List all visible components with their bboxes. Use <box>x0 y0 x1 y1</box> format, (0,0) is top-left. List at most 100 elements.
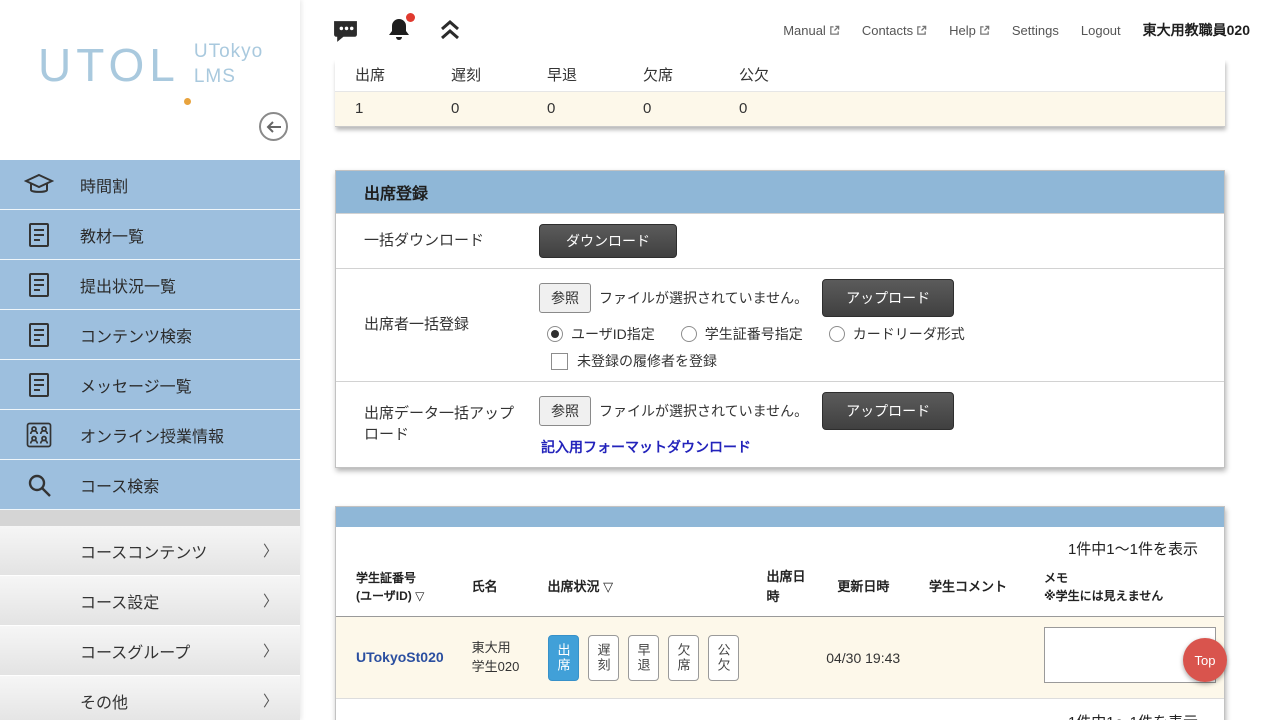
chat-icon[interactable] <box>332 19 359 42</box>
data-bulk-upload-label: 出席データ一括アップロード <box>336 390 539 459</box>
update-datetime-cell: 04/30 19:43 <box>817 617 909 699</box>
attendance-summary-table: 出席 遅刻 早退 欠席 公欠 1 0 0 0 0 <box>335 60 1225 127</box>
format-download-link[interactable]: 記入用フォーマットダウンロード <box>541 437 1210 457</box>
chevron-right-icon: 〉 <box>263 690 278 711</box>
student-comment-cell <box>909 617 1024 699</box>
contacts-link[interactable]: Contacts <box>862 23 927 38</box>
sidebar-item-others[interactable]: その他 〉 <box>0 676 300 720</box>
summary-value-absent: 0 <box>623 92 719 127</box>
student-row: UTokyoSt020 東大用学生020 出席 遅刻 早退 欠席 公欠 <box>336 617 1224 699</box>
sidebar-item-label: コンテンツ検索 <box>80 323 192 347</box>
sidebar-item-message-list[interactable]: メッセージ一覧 <box>0 360 300 410</box>
notification-bell-icon[interactable] <box>385 16 413 44</box>
utol-logo[interactable]: UTOL UTokyo LMS <box>38 38 263 92</box>
upload-button[interactable]: アップロード <box>822 392 954 430</box>
sidebar-item-label: オンライン授業情報 <box>80 423 224 447</box>
chevron-right-icon: 〉 <box>263 540 278 561</box>
logo-subtitle-line1: UTokyo <box>194 40 263 65</box>
attendee-bulk-register-label: 出席者一括登録 <box>336 301 539 349</box>
section-title: 出席登録 <box>336 171 1224 213</box>
summary-value-early-leave: 0 <box>527 92 623 127</box>
data-bulk-upload-row: 出席データ一括アップロード 参照 ファイルが選択されていません。 アップロード … <box>336 381 1224 467</box>
status-button-early-leave[interactable]: 早退 <box>628 635 659 681</box>
attendance-datetime-cell <box>747 617 818 699</box>
sidebar-item-course-contents[interactable]: コースコンテンツ 〉 <box>0 526 300 576</box>
manual-link[interactable]: Manual <box>783 23 840 38</box>
radio-label: ユーザID指定 <box>571 324 655 344</box>
status-button-absent[interactable]: 欠席 <box>668 635 699 681</box>
sidebar-item-label: メッセージ一覧 <box>80 373 192 397</box>
sidebar-item-timetable[interactable]: 時間割 <box>0 160 300 210</box>
sidebar-item-submission-status[interactable]: 提出状況一覧 <box>0 260 300 310</box>
download-button[interactable]: ダウンロード <box>539 224 677 258</box>
sidebar-item-online-class-info[interactable]: オンライン授業情報 <box>0 410 300 460</box>
logout-link[interactable]: Logout <box>1081 23 1121 38</box>
user-name: 東大用教職員020 <box>1143 20 1250 40</box>
summary-header-row: 出席 遅刻 早退 欠席 公欠 <box>335 60 1225 92</box>
sidebar: UTOL UTokyo LMS 時間割 教材一覧 <box>0 0 300 720</box>
logo-subtitle-line2: LMS <box>194 65 263 90</box>
checkbox-register-unregistered[interactable]: 未登録の履修者を登録 <box>551 351 1210 371</box>
sidebar-item-label: コース設定 <box>80 589 159 613</box>
chevron-right-icon: 〉 <box>263 640 278 661</box>
student-table-header-row: 学生証番号 (ユーザID) ▽ 氏名 出席状況 ▽ 出席日時 更新日時 学生コメ… <box>336 561 1224 617</box>
sidebar-item-course-settings[interactable]: コース設定 〉 <box>0 576 300 626</box>
help-link[interactable]: Help <box>949 23 990 38</box>
file-status-text: ファイルが選択されていません。 <box>599 401 808 421</box>
checkbox-label: 未登録の履修者を登録 <box>577 351 717 371</box>
status-button-group: 出席 遅刻 早退 欠席 公欠 <box>548 635 739 681</box>
radio-student-card-number[interactable]: 学生証番号指定 <box>681 324 803 344</box>
sidebar-item-label: 教材一覧 <box>80 223 144 247</box>
radio-button-icon <box>681 326 697 342</box>
sidebar-item-label: コース検索 <box>80 473 159 497</box>
chevron-right-icon: 〉 <box>263 590 278 611</box>
summary-header-early-leave: 早退 <box>527 60 623 92</box>
student-attendance-table: 学生証番号 (ユーザID) ▽ 氏名 出席状況 ▽ 出席日時 更新日時 学生コメ… <box>336 561 1224 720</box>
scroll-to-top-button[interactable]: Top <box>1183 638 1227 682</box>
logout-link-label: Logout <box>1081 23 1121 38</box>
document-list-icon <box>22 372 56 398</box>
checkbox-icon <box>551 353 568 370</box>
contacts-link-label: Contacts <box>862 23 913 38</box>
radio-button-icon <box>547 326 563 342</box>
browse-file-button[interactable]: 参照 <box>539 283 591 313</box>
sidebar-item-label: 提出状況一覧 <box>80 273 176 297</box>
sidebar-collapse-button[interactable] <box>259 112 288 141</box>
summary-value-present: 1 <box>335 92 431 127</box>
radio-button-icon <box>829 326 845 342</box>
summary-value-row: 1 0 0 0 0 <box>335 92 1225 127</box>
arrow-left-icon <box>266 121 282 133</box>
settings-link[interactable]: Settings <box>1012 23 1059 38</box>
sidebar-item-materials[interactable]: 教材一覧 <box>0 210 300 260</box>
summary-header-excused: 公欠 <box>719 60 815 92</box>
radio-card-reader-format[interactable]: カードリーダ形式 <box>829 324 965 344</box>
logo-area: UTOL UTokyo LMS <box>0 0 300 160</box>
header-attendance-status[interactable]: 出席状況 ▽ <box>528 561 747 617</box>
status-button-present[interactable]: 出席 <box>548 635 579 681</box>
topbar-links: Manual Contacts Help Settings <box>783 20 1250 40</box>
collapse-up-icon[interactable] <box>439 20 461 40</box>
sidebar-item-course-search[interactable]: コース検索 <box>0 460 300 510</box>
status-button-excused[interactable]: 公欠 <box>708 635 739 681</box>
settings-link-label: Settings <box>1012 23 1059 38</box>
header-student-id[interactable]: 学生証番号 (ユーザID) ▽ <box>336 561 452 617</box>
sidebar-item-content-search[interactable]: コンテンツ検索 <box>0 310 300 360</box>
status-button-late[interactable]: 遅刻 <box>588 635 619 681</box>
upload-button[interactable]: アップロード <box>822 279 954 317</box>
sidebar-item-label: コースグループ <box>80 639 190 663</box>
browse-file-button[interactable]: 参照 <box>539 396 591 426</box>
table-header-bar <box>336 507 1224 527</box>
student-id-link[interactable]: UTokyoSt020 <box>356 649 444 665</box>
manual-link-label: Manual <box>783 23 826 38</box>
bulk-download-row: 一括ダウンロード ダウンロード <box>336 213 1224 268</box>
attendee-bulk-register-row: 出席者一括登録 参照 ファイルが選択されていません。 アップロード ユーザID指… <box>336 268 1224 381</box>
header-student-comment: 学生コメント <box>909 561 1024 617</box>
radio-user-id[interactable]: ユーザID指定 <box>547 324 655 344</box>
sidebar-item-label: 時間割 <box>80 173 128 197</box>
search-icon <box>22 472 56 498</box>
summary-header-late: 遅刻 <box>431 60 527 92</box>
header-update-datetime: 更新日時 <box>817 561 909 617</box>
sidebar-item-course-group[interactable]: コースグループ 〉 <box>0 626 300 676</box>
external-link-icon <box>979 25 990 36</box>
table-footer-row: 1件中1〜1件を表示 <box>336 699 1224 720</box>
